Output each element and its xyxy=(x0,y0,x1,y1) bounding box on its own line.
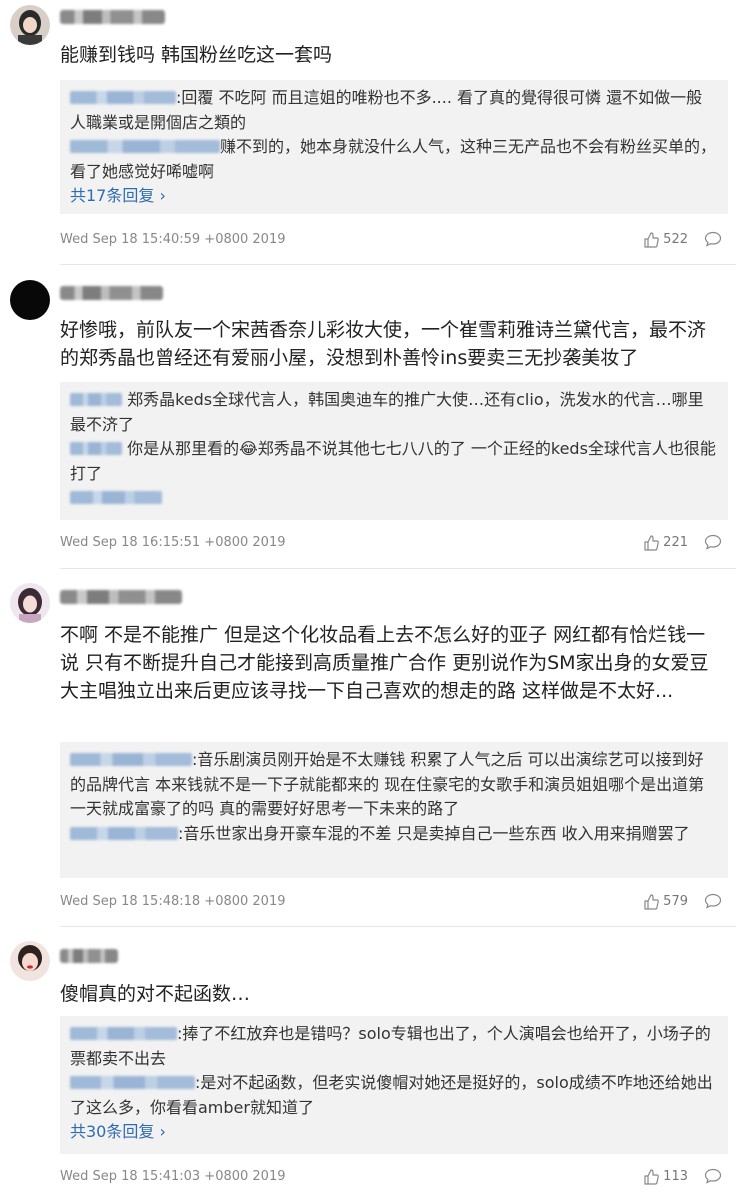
divider xyxy=(60,926,736,927)
speech-bubble-icon[interactable] xyxy=(704,534,722,550)
thumbs-up-icon xyxy=(644,894,660,910)
reply-line: :音乐剧演员刚开始是不太赚钱 积累了人气之后 可以出演综艺可以接到好的品牌代言 … xyxy=(70,750,705,818)
speech-bubble-icon[interactable] xyxy=(704,893,722,909)
reply-username[interactable] xyxy=(70,91,176,104)
reply-username[interactable] xyxy=(70,491,162,504)
thumbs-up-icon xyxy=(644,535,660,551)
username[interactable] xyxy=(60,590,182,604)
divider xyxy=(60,264,736,265)
reply-username[interactable] xyxy=(70,1076,195,1089)
comment-meta: Wed Sep 18 16:15:51 +0800 2019 221 xyxy=(60,533,726,553)
avatar[interactable] xyxy=(10,5,50,45)
timestamp: Wed Sep 18 16:15:51 +0800 2019 xyxy=(60,535,286,550)
thumbs-up-icon xyxy=(644,1169,660,1185)
speech-bubble-icon[interactable] xyxy=(704,1168,722,1184)
like-count: 522 xyxy=(663,232,688,247)
comment-text: 傻帽真的对不起函数… xyxy=(60,983,251,1005)
timestamp: Wed Sep 18 15:48:18 +0800 2019 xyxy=(60,894,286,909)
reply-username[interactable] xyxy=(70,753,192,766)
username[interactable] xyxy=(60,10,165,24)
avatar[interactable] xyxy=(10,941,50,981)
reply-username[interactable] xyxy=(70,442,122,455)
chevron-right-icon: › xyxy=(154,186,166,205)
reply-line: :捧了不红放弃也是错吗？solo专辑也出了，个人演唱会也给开了，小场子的票都卖不… xyxy=(70,1024,711,1068)
reply-line: 郑秀晶keds全球代言人，韩国奥迪车的推广大使…还有clio，洗发水的代言…哪里… xyxy=(70,390,704,434)
comment-meta: Wed Sep 18 15:40:59 +0800 2019 522 xyxy=(60,230,726,250)
like-button[interactable]: 221 xyxy=(643,533,688,553)
comment-text: 好惨哦，前队友一个宋茜香奈儿彩妆大使，一个崔雪莉雅诗兰黛代言，最不济的郑秀晶也曾… xyxy=(60,319,707,369)
reply-box: :音乐剧演员刚开始是不太赚钱 积累了人气之后 可以出演综艺可以接到好的品牌代言 … xyxy=(60,742,728,878)
comment-meta: Wed Sep 18 15:41:03 +0800 2019 113 xyxy=(60,1167,726,1187)
like-button[interactable]: 579 xyxy=(643,892,688,912)
reply-username[interactable] xyxy=(70,826,178,840)
reply-line: :回覆 不吃阿 而且這姐的唯粉也不多.... 看了真的覺得很可憐 還不如做一般人… xyxy=(70,88,703,132)
avatar[interactable] xyxy=(10,280,50,320)
reply-box: 郑秀晶keds全球代言人，韩国奥迪车的推广大使…还有clio，洗发水的代言…哪里… xyxy=(60,382,728,520)
reply-line: 赚不到的，她本身就没什么人气，这种三无产品也不会有粉丝买单的，看了她感觉好唏嘘啊 xyxy=(70,137,717,181)
reply-line-hidden[interactable] xyxy=(70,486,718,511)
reply-line: :音乐世家出身开豪车混的不差 只是卖掉自己一些东西 收入用来捐赠罢了 xyxy=(70,822,718,847)
reply-box: :捧了不红放弃也是错吗？solo专辑也出了，个人演唱会也给开了，小场子的票都卖不… xyxy=(60,1016,728,1154)
chevron-right-icon: › xyxy=(154,1122,166,1141)
comment-meta: Wed Sep 18 15:48:18 +0800 2019 579 xyxy=(60,892,726,912)
like-count: 221 xyxy=(663,535,688,550)
view-replies-link[interactable]: 共30条回复 › xyxy=(70,1120,718,1144)
like-count: 113 xyxy=(663,1169,688,1184)
view-replies-link[interactable]: 共17条回复 › xyxy=(70,184,718,208)
comment-text: 不啊 不是不能推广 但是这个化妆品看上去不怎么好的亚子 网红都有恰烂钱一说 只有… xyxy=(60,624,709,702)
like-count: 579 xyxy=(663,894,688,909)
reply-box: :回覆 不吃阿 而且這姐的唯粉也不多.... 看了真的覺得很可憐 還不如做一般人… xyxy=(60,80,728,214)
reply-line: 你是从那里看的😂郑秀晶不说其他七七八八的了 一个正经的keds全球代言人也很能打… xyxy=(70,439,716,483)
username[interactable] xyxy=(60,949,118,963)
speech-bubble-icon[interactable] xyxy=(704,231,722,247)
avatar[interactable] xyxy=(10,583,50,623)
timestamp: Wed Sep 18 15:41:03 +0800 2019 xyxy=(60,1169,286,1184)
reply-line: :是对不起函数，但老实说傻帽对她还是挺好的，solo成绩不咋地还给她出了这么多，… xyxy=(70,1073,713,1117)
thumbs-up-icon xyxy=(644,232,660,248)
reply-username[interactable] xyxy=(70,1027,177,1040)
comment-text: 能赚到钱吗 韩国粉丝吃这一套吗 xyxy=(60,44,333,66)
like-button[interactable]: 113 xyxy=(643,1167,688,1187)
reply-username[interactable] xyxy=(70,140,220,153)
reply-username[interactable] xyxy=(70,393,122,406)
timestamp: Wed Sep 18 15:40:59 +0800 2019 xyxy=(60,232,286,247)
divider xyxy=(60,568,736,569)
like-button[interactable]: 522 xyxy=(643,230,688,250)
username[interactable] xyxy=(60,286,163,300)
